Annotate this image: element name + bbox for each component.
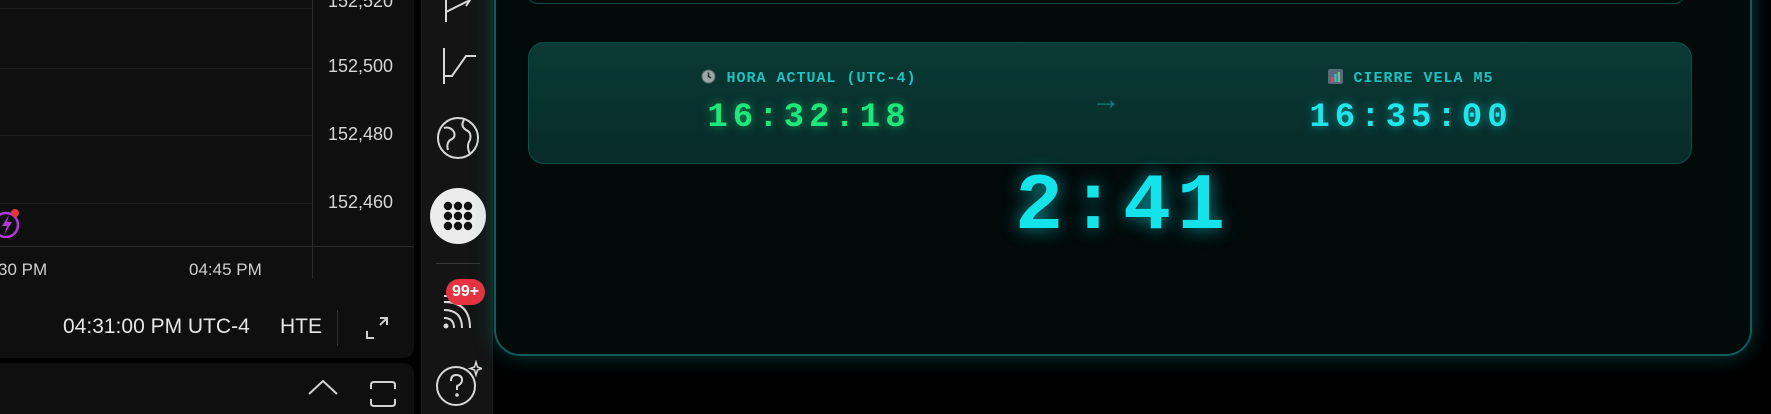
arrow-icon: →: [1091, 83, 1121, 116]
right-toolbar: 99+: [421, 0, 493, 414]
price-label: 152,480: [328, 124, 394, 144]
apps-button[interactable]: [430, 188, 486, 244]
time-label: 30 PM: [0, 260, 48, 279]
price-label: 152,520: [328, 0, 394, 11]
current-time-block: HORA ACTUAL (UTC-4) 16:32:18: [529, 43, 1089, 165]
apps-grid-icon: [443, 201, 473, 231]
grid-line: [0, 8, 313, 9]
current-time-label-text: HORA ACTUAL (UTC-4): [726, 70, 917, 87]
drawing-tool-icon[interactable]: [434, 0, 482, 30]
grid-line: [0, 135, 313, 136]
price-scale-divider: [312, 0, 313, 278]
current-time-label: HORA ACTUAL (UTC-4): [529, 69, 1089, 87]
help-icon[interactable]: [434, 360, 482, 408]
lightning-event-icon[interactable]: [0, 208, 24, 238]
grid-line: [0, 203, 313, 204]
bar-chart-icon: [1328, 69, 1344, 84]
top-card-edge: [526, 0, 1686, 4]
chart-panel[interactable]: 152,520 152,500 152,480 152,460 30 PM 04…: [0, 0, 414, 358]
candle-timer-widget: HORA ACTUAL (UTC-4) 16:32:18 → CIERRE VE…: [494, 0, 1752, 356]
trend-tool-icon[interactable]: [434, 42, 482, 90]
time-card: HORA ACTUAL (UTC-4) 16:32:18 → CIERRE VE…: [528, 42, 1692, 164]
toolbar-divider: [436, 263, 480, 264]
price-label: 152,460: [328, 192, 394, 212]
timezone-button[interactable]: HTE: [280, 315, 322, 339]
grid-line: [0, 68, 313, 69]
chart-clock: 04:31:00 PM UTC-4: [63, 315, 250, 338]
countdown-display: 2:41: [1014, 162, 1232, 253]
chevron-up-icon[interactable]: [306, 377, 340, 397]
maximize-panel-icon[interactable]: [368, 379, 398, 409]
current-time-value: 16:32:18: [707, 99, 911, 137]
globe-icon[interactable]: [434, 114, 482, 162]
clock-icon: [701, 69, 716, 84]
chart-status-bar: 04:31:00 PM UTC-4 HTE: [0, 300, 414, 355]
expand-icon[interactable]: [363, 314, 391, 342]
divider: [337, 310, 338, 346]
time-axis: [0, 246, 414, 247]
price-label: 152,500: [328, 56, 394, 76]
candle-close-block: CIERRE VELA M5 16:35:00: [1131, 43, 1691, 165]
notification-badge: 99+: [446, 279, 486, 305]
candle-close-value: 16:35:00: [1309, 99, 1513, 137]
candle-close-label: CIERRE VELA M5: [1131, 69, 1691, 87]
candle-close-label-text: CIERRE VELA M5: [1353, 70, 1494, 87]
time-label: 04:45 PM: [189, 260, 262, 279]
bottom-panel: [0, 363, 414, 414]
